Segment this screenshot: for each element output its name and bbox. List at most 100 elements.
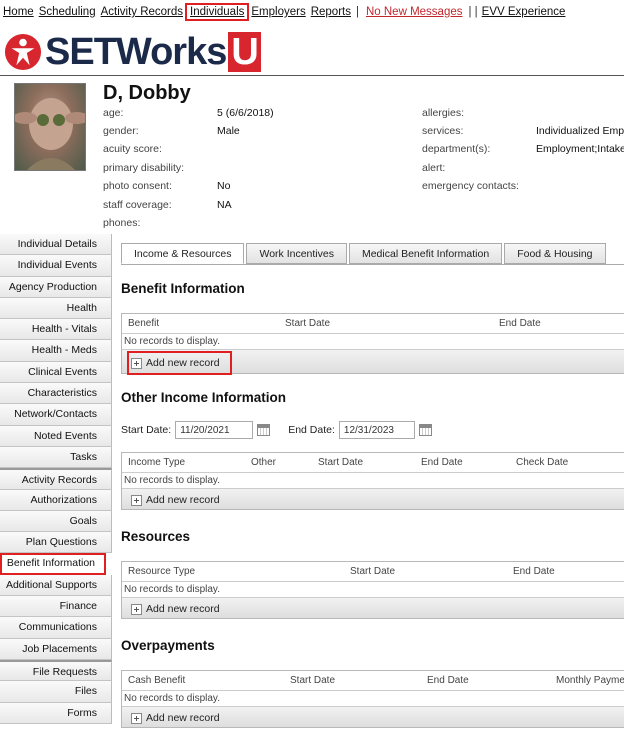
sidebar-item-communications[interactable]: Communications	[0, 617, 112, 639]
resources-section-title: Resources	[121, 529, 191, 544]
end-calendar-icon[interactable]	[418, 424, 432, 436]
column-header[interactable]: End Date	[513, 566, 555, 577]
column-header[interactable]: Start Date	[318, 457, 363, 468]
column-header[interactable]: Monthly Payme	[556, 675, 624, 686]
column-header[interactable]: Other	[251, 457, 276, 468]
overpayments-section-title: Overpayments	[121, 638, 215, 653]
sidebar-item-individual-events[interactable]: Individual Events	[0, 255, 112, 277]
start-date-label: Start Date:	[121, 424, 172, 436]
individual-photo	[14, 83, 86, 171]
field-value: Individualized Emp	[536, 125, 624, 137]
column-header[interactable]: Start Date	[285, 318, 330, 329]
field-label: phones:	[103, 217, 141, 229]
field-value: Employment;Intake	[536, 143, 624, 155]
field-label: primary disability:	[103, 162, 185, 174]
add-income-record-button[interactable]: Add new record	[131, 492, 220, 508]
grid-footer: Add new record	[122, 706, 624, 727]
nav-home[interactable]: Home	[3, 6, 34, 18]
start-date-input[interactable]	[175, 421, 254, 439]
field-label: staff coverage:	[103, 199, 172, 211]
sidebar-item-goals[interactable]: Goals	[0, 510, 112, 533]
sidebar-item-tasks[interactable]: Tasks	[0, 446, 112, 469]
sidebar-item-activity-records[interactable]: Activity Records	[0, 468, 112, 490]
overpayments-grid: Cash Benefit Start Date End Date Monthly…	[121, 670, 624, 728]
sidebar-item-health-vitals[interactable]: Health - Vitals	[0, 319, 112, 341]
field-label: gender:	[103, 125, 139, 137]
nav-messages[interactable]: No New Messages	[366, 6, 463, 18]
logo[interactable]: SETWorks U	[45, 30, 261, 74]
individual-name: D, Dobby	[103, 82, 191, 104]
sidebar-item-job-placements[interactable]: Job Placements	[0, 638, 112, 660]
add-overpayment-record-button[interactable]: Add new record	[131, 710, 220, 726]
sidebar-item-noted-events[interactable]: Noted Events	[0, 425, 112, 447]
add-resource-record-button[interactable]: Add new record	[131, 601, 220, 617]
add-record-label: Add new record	[146, 494, 220, 506]
sidebar-item-file-requests[interactable]: File Requests	[0, 659, 112, 682]
column-header[interactable]: Start Date	[290, 675, 335, 686]
field-value: No	[217, 180, 231, 192]
grid-header: Cash Benefit Start Date End Date Monthly…	[122, 671, 624, 691]
end-date-input[interactable]	[338, 421, 415, 439]
empty-message: No records to display.	[122, 334, 624, 349]
field-label: acuity score:	[103, 143, 162, 155]
nav-reports[interactable]: Reports	[311, 6, 351, 18]
sidebar-item-individual-details[interactable]: Individual Details	[0, 234, 112, 256]
add-record-label: Add new record	[146, 603, 220, 615]
sidebar-item-files[interactable]: Files	[0, 681, 112, 703]
column-header[interactable]: Resource Type	[128, 566, 195, 577]
nav-scheduling[interactable]: Scheduling	[39, 6, 96, 18]
empty-message: No records to display.	[122, 691, 624, 706]
add-record-label: Add new record	[146, 357, 220, 369]
tab-work-incentives[interactable]: Work Incentives	[246, 243, 347, 264]
field-label: photo consent:	[103, 180, 172, 192]
nav-evv-experience[interactable]: EVV Experience	[482, 6, 566, 18]
sidebar-item-plan-questions[interactable]: Plan Questions	[0, 532, 112, 554]
nav-employers[interactable]: Employers	[251, 6, 305, 18]
nav-individuals[interactable]: Individuals	[185, 3, 250, 21]
sidebar-item-benefit-information[interactable]: Benefit Information	[0, 553, 106, 575]
start-calendar-icon[interactable]	[257, 424, 271, 436]
nav-separator-double: | |	[468, 6, 478, 18]
sidebar-item-health[interactable]: Health	[0, 297, 112, 320]
column-header[interactable]: End Date	[427, 675, 469, 686]
sidebar-item-finance[interactable]: Finance	[0, 596, 112, 618]
field-label: age:	[103, 107, 124, 119]
column-header[interactable]: Income Type	[128, 457, 185, 468]
resources-grid: Resource Type Start Date End Date No rec…	[121, 561, 624, 619]
benefit-section-title: Benefit Information	[121, 281, 245, 296]
grid-footer: Add new record	[122, 597, 624, 618]
income-grid: Income Type Other Start Date End Date Ch…	[121, 452, 624, 510]
column-header[interactable]: Check Date	[516, 457, 568, 468]
sidebar-item-health-meds[interactable]: Health - Meds	[0, 340, 112, 362]
tab-income-resources[interactable]: Income & Resources	[121, 243, 245, 264]
empty-message: No records to display.	[122, 473, 624, 488]
plus-icon	[131, 712, 142, 724]
field-value: Male	[217, 125, 240, 137]
sidebar-item-authorizations[interactable]: Authorizations	[0, 489, 112, 511]
tab-food-housing[interactable]: Food & Housing	[504, 243, 606, 264]
column-header[interactable]: End Date	[499, 318, 541, 329]
logo-u: U	[228, 32, 261, 72]
nav-activity-records[interactable]: Activity Records	[101, 6, 183, 18]
column-header[interactable]: Cash Benefit	[128, 675, 185, 686]
sidebar-item-clinical-events[interactable]: Clinical Events	[0, 361, 112, 384]
field-value: NA	[217, 199, 232, 211]
plus-icon	[131, 357, 142, 369]
income-section-title: Other Income Information	[121, 390, 287, 405]
field-value: 5 (6/6/2018)	[217, 107, 274, 119]
column-header[interactable]: End Date	[421, 457, 463, 468]
tab-underline	[121, 264, 624, 265]
add-benefit-record-button[interactable]: Add new record	[127, 351, 232, 375]
tab-bar: Income & Resources Work Incentives Medic…	[121, 243, 608, 265]
sidebar-item-forms[interactable]: Forms	[0, 702, 112, 724]
field-label: services:	[422, 125, 464, 137]
tab-medical-benefit-information[interactable]: Medical Benefit Information	[348, 243, 503, 264]
sidebar-item-network-contacts[interactable]: Network/Contacts	[0, 404, 112, 426]
top-nav: Home Scheduling Activity Records Individ…	[0, 0, 624, 24]
sidebar-item-characteristics[interactable]: Characteristics	[0, 383, 112, 405]
column-header[interactable]: Start Date	[350, 566, 395, 577]
column-header[interactable]: Benefit	[128, 318, 159, 329]
sidebar-item-agency-production[interactable]: Agency Production	[0, 276, 112, 298]
sidebar-item-additional-supports[interactable]: Additional Supports	[0, 574, 112, 597]
field-label: allergies:	[422, 107, 465, 119]
